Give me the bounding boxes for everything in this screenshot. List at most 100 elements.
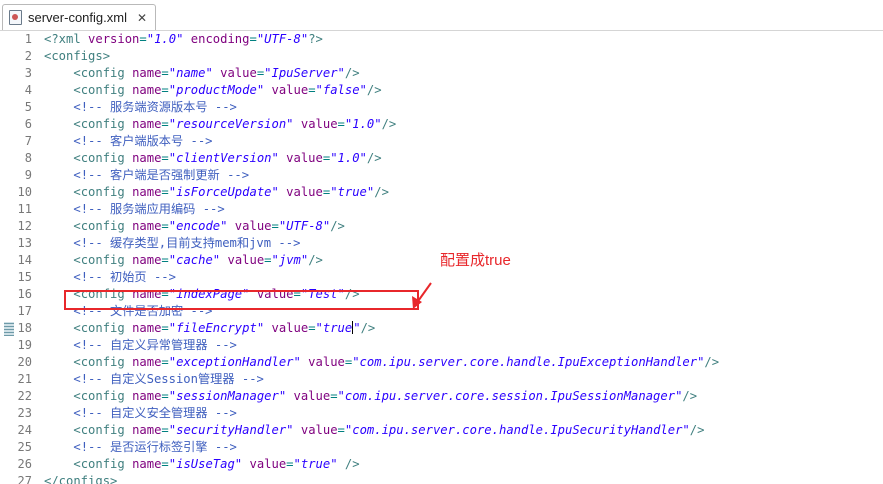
code-token: <config [73, 185, 133, 199]
code-token: "com.ipu.server.core.handle.IpuSecurityH… [344, 423, 690, 437]
code-token: <!-- 是否运行标签引擎 --> [73, 440, 237, 454]
code-token: = [286, 457, 294, 471]
code-line[interactable]: 23 <!-- 自定义安全管理器 --> [0, 405, 883, 422]
code-text: <config name="resourceVersion" value="1.… [44, 116, 396, 133]
code-text: <config name="cache" value="jvm"/> [44, 252, 323, 269]
code-token: " [353, 321, 361, 335]
line-number: 1 [24, 32, 32, 46]
code-line[interactable]: 8 <config name="clientVersion" value="1.… [0, 150, 883, 167]
code-token: <config [73, 457, 133, 471]
line-number: 9 [24, 168, 32, 182]
code-token: <!-- 服务端应用编码 --> [73, 202, 225, 216]
code-line[interactable]: 21 <!-- 自定义Session管理器 --> [0, 371, 883, 388]
code-line[interactable]: 22 <config name="sessionManager" value="… [0, 388, 883, 405]
code-token: name [132, 151, 162, 165]
line-number: 25 [17, 440, 32, 454]
code-token: value [293, 117, 338, 131]
line-number: 15 [17, 270, 32, 284]
code-token: = [161, 66, 169, 80]
line-number: 26 [17, 457, 32, 471]
line-number: 2 [24, 49, 32, 63]
code-token: name [132, 83, 162, 97]
line-number: 22 [17, 389, 32, 403]
code-token: /> [366, 83, 382, 97]
callout-label: 配置成true [440, 252, 511, 269]
code-line[interactable]: 10 <config name="isForceUpdate" value="t… [0, 184, 883, 201]
code-token: value [300, 355, 345, 369]
code-token: <config [73, 83, 133, 97]
code-line[interactable]: 20 <config name="exceptionHandler" value… [0, 354, 883, 371]
line-number: 27 [17, 474, 32, 484]
code-token: value [242, 457, 287, 471]
code-token: "UTF-8" [256, 32, 309, 46]
code-token: /> [360, 321, 376, 335]
code-token: = [161, 321, 169, 335]
code-token: "1.0" [146, 32, 184, 46]
code-token: value [286, 389, 331, 403]
code-token: /> [682, 389, 698, 403]
code-line[interactable]: 15 <!-- 初始页 --> [0, 269, 883, 286]
code-line[interactable]: 12 <config name="encode" value="UTF-8"/> [0, 218, 883, 235]
code-line[interactable]: 25 <!-- 是否运行标签引擎 --> [0, 439, 883, 456]
line-number: 13 [17, 236, 32, 250]
code-text: <config name="productMode" value="false"… [44, 82, 382, 99]
code-text: <config name="sessionManager" value="com… [44, 388, 697, 405]
code-line[interactable]: 24 <config name="securityHandler" value=… [0, 422, 883, 439]
line-number: 19 [17, 338, 32, 352]
code-token: "resourceVersion" [168, 117, 294, 131]
highlight-box [64, 290, 419, 310]
code-line[interactable]: 4 <config name="productMode" value="fals… [0, 82, 883, 99]
code-line[interactable]: 1 <?xml version="1.0" encoding="UTF-8"?> [0, 31, 883, 48]
code-line[interactable]: 19 <!-- 自定义异常管理器 --> [0, 337, 883, 354]
code-token: <!-- 自定义异常管理器 --> [73, 338, 237, 352]
code-token: version [88, 32, 140, 46]
code-text: <!-- 自定义Session管理器 --> [44, 371, 264, 388]
line-number: 10 [17, 185, 32, 199]
code-token: value [212, 66, 257, 80]
code-line[interactable]: 3 <config name="name" value="IpuServer"/… [0, 65, 883, 82]
editor-tab-bar: server-config.xml ✕ [0, 0, 883, 31]
code-token: "false" [315, 83, 367, 97]
code-line[interactable]: 26 <config name="isUseTag" value="true" … [0, 456, 883, 473]
code-token: <!-- 初始页 --> [73, 270, 176, 284]
code-line[interactable]: 2 <configs> [0, 48, 883, 65]
code-line[interactable]: 6 <config name="resourceVersion" value="… [0, 116, 883, 133]
code-line[interactable]: 9 <!-- 客户端是否强制更新 --> [0, 167, 883, 184]
code-line[interactable]: 7 <!-- 客户端版本号 --> [0, 133, 883, 150]
line-number: 24 [17, 423, 32, 437]
code-token: <configs> [44, 49, 111, 63]
code-token: name [132, 185, 162, 199]
code-text: <!-- 客户端是否强制更新 --> [44, 167, 249, 184]
code-text: <!-- 客户端版本号 --> [44, 133, 212, 150]
line-number: 23 [17, 406, 32, 420]
code-token: <config [73, 151, 133, 165]
code-token: /> [344, 66, 360, 80]
code-line[interactable]: 5 <!-- 服务端资源版本号 --> [0, 99, 883, 116]
code-line[interactable]: 11 <!-- 服务端应用编码 --> [0, 201, 883, 218]
code-text: <config name="isForceUpdate" value="true… [44, 184, 389, 201]
code-text: <!-- 服务端资源版本号 --> [44, 99, 237, 116]
code-token: value [227, 219, 272, 233]
tab-server-config[interactable]: server-config.xml ✕ [2, 4, 157, 30]
code-token: </configs> [44, 474, 118, 484]
line-number: 14 [17, 253, 32, 267]
code-token: name [132, 457, 162, 471]
code-token: "productMode" [168, 83, 265, 97]
line-number: 16 [17, 287, 32, 301]
code-line[interactable]: 27 </configs> [0, 473, 883, 484]
code-line[interactable]: 18 <config name="fileEncrypt" value="tru… [0, 320, 883, 337]
code-token: = [161, 389, 169, 403]
close-icon[interactable]: ✕ [137, 11, 147, 25]
code-token: /> [381, 117, 397, 131]
code-token: ?> [308, 32, 323, 46]
code-token: = [161, 185, 169, 199]
code-token: "cache" [168, 253, 221, 267]
code-text: <!-- 缓存类型,目前支持mem和jvm --> [44, 235, 300, 252]
